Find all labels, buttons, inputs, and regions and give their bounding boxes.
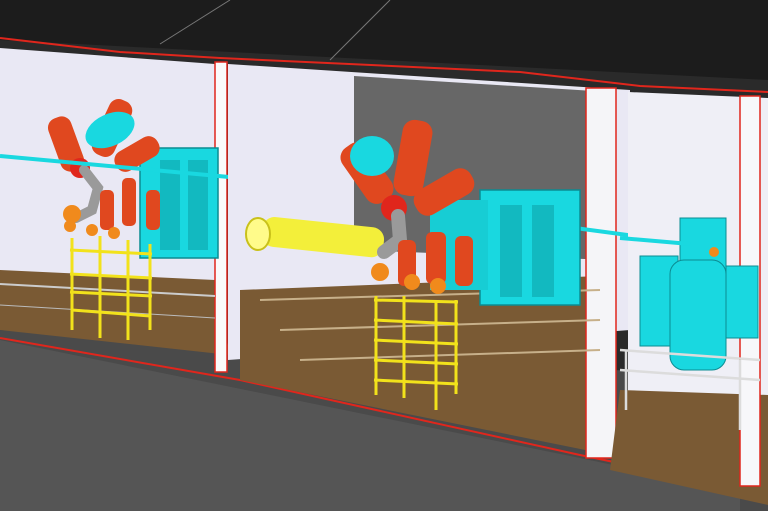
substation-render bbox=[0, 0, 768, 511]
busbar-insulators bbox=[709, 247, 719, 257]
cad-viewport[interactable] bbox=[0, 0, 768, 511]
bay-center-sidewall bbox=[585, 87, 617, 459]
transformer-tank-icon bbox=[430, 189, 581, 306]
